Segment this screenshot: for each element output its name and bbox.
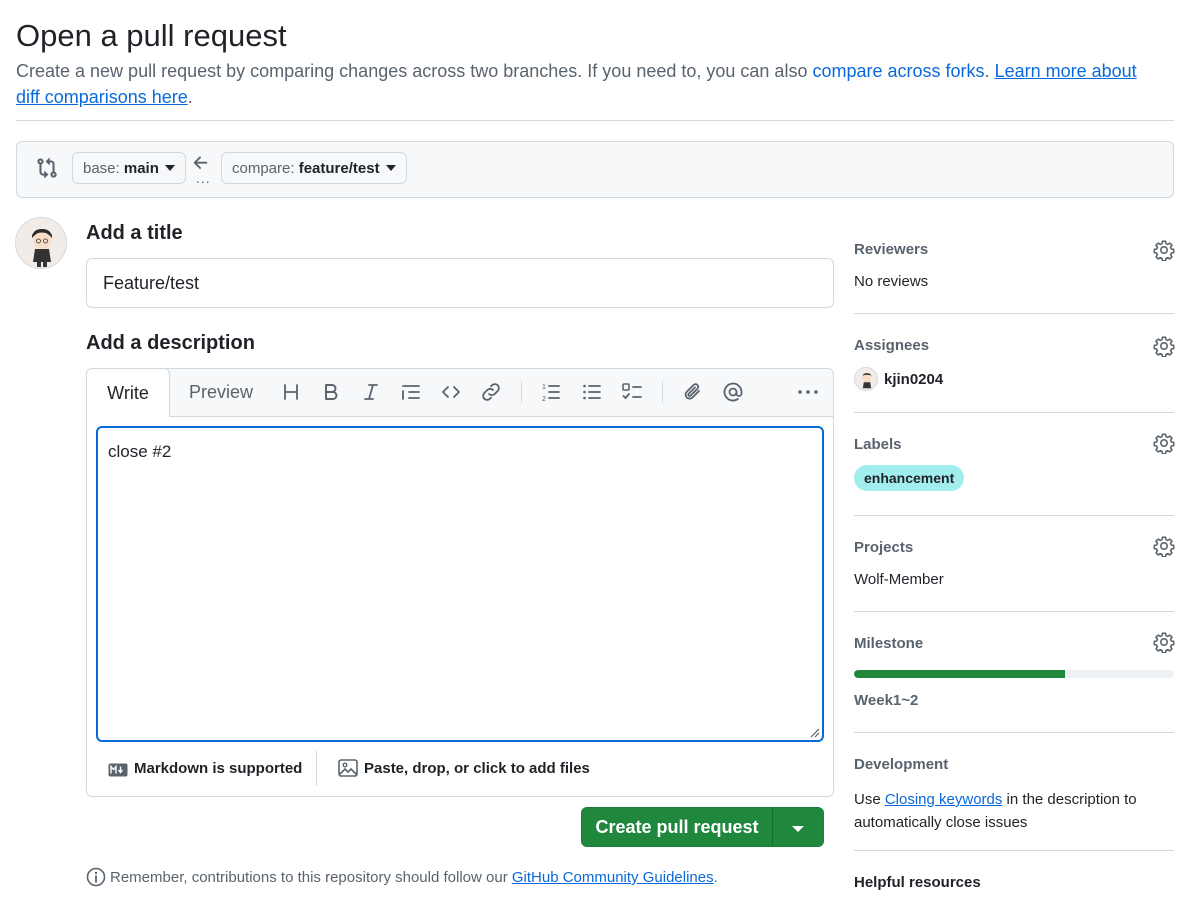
resize-handle-icon[interactable] bbox=[808, 726, 820, 738]
subtitle-period: . bbox=[984, 61, 990, 81]
code-icon[interactable] bbox=[439, 380, 463, 404]
gear-icon[interactable] bbox=[1153, 432, 1175, 454]
toolbar-divider bbox=[662, 381, 663, 403]
project-name[interactable]: Wolf-Member bbox=[854, 571, 944, 588]
description-textarea[interactable]: close #2 bbox=[96, 426, 824, 742]
projects-heading[interactable]: Projects bbox=[854, 539, 913, 556]
base-branch-select[interactable]: base: main bbox=[72, 152, 186, 184]
compare-prefix: compare: bbox=[232, 160, 299, 177]
attach-files[interactable]: Paste, drop, or click to add files bbox=[338, 757, 590, 781]
compare-forks-link[interactable]: compare across forks bbox=[812, 61, 984, 81]
chevron-down-icon bbox=[792, 826, 804, 832]
milestone-progress-fill bbox=[854, 670, 1066, 678]
quote-icon[interactable] bbox=[399, 380, 423, 404]
subtitle-end: . bbox=[187, 87, 193, 107]
ordered-list-icon[interactable]: 1 2 bbox=[539, 380, 563, 404]
milestone-heading[interactable]: Milestone bbox=[854, 635, 923, 652]
avatar[interactable] bbox=[15, 217, 67, 269]
community-guidelines-link[interactable]: GitHub Community Guidelines bbox=[512, 869, 714, 886]
milestone-name[interactable]: Week1~2 bbox=[854, 692, 918, 709]
chevron-down-icon bbox=[385, 165, 396, 171]
subtitle-text: Create a new pull request by comparing c… bbox=[16, 61, 813, 81]
gear-icon[interactable] bbox=[1153, 631, 1175, 653]
git-compare-icon bbox=[37, 157, 57, 179]
svg-text:2: 2 bbox=[542, 396, 546, 403]
gear-icon[interactable] bbox=[1153, 239, 1175, 261]
footer-divider bbox=[316, 751, 317, 786]
tab-preview[interactable]: Preview bbox=[176, 369, 266, 415]
heading-icon[interactable] bbox=[279, 380, 303, 404]
gear-icon[interactable] bbox=[1153, 335, 1175, 357]
page-title: Open a pull request bbox=[16, 18, 287, 53]
markdown-note: Markdown is supported bbox=[134, 760, 303, 777]
add-title-label: Add a title bbox=[86, 222, 183, 244]
reviewers-heading[interactable]: Reviewers bbox=[854, 241, 928, 258]
sidebar-divider bbox=[854, 732, 1174, 733]
compare-bar bbox=[16, 141, 1174, 198]
development-text: Use Closing keywords in the description … bbox=[854, 788, 1154, 834]
development-heading: Development bbox=[854, 756, 949, 773]
remember-text: Remember, contributions to this reposito… bbox=[110, 869, 512, 886]
compare-branch-name: feature/test bbox=[298, 160, 380, 177]
assignee-name[interactable]: kjin0204 bbox=[884, 371, 943, 388]
info-icon bbox=[86, 867, 106, 887]
add-description-label: Add a description bbox=[86, 332, 255, 354]
create-pull-request-button[interactable]: Create pull request bbox=[581, 807, 773, 847]
assignees-heading[interactable]: Assignees bbox=[854, 337, 929, 354]
mention-icon[interactable] bbox=[721, 380, 745, 404]
assignee-avatar[interactable] bbox=[854, 367, 878, 391]
header-divider bbox=[16, 120, 1174, 121]
markdown-icon bbox=[108, 763, 128, 777]
compare-dots: ... bbox=[196, 170, 211, 186]
gear-icon[interactable] bbox=[1153, 535, 1175, 557]
image-icon bbox=[338, 759, 358, 777]
page-subtitle: Create a new pull request by comparing c… bbox=[16, 58, 1146, 110]
sidebar-divider bbox=[854, 515, 1174, 516]
helpful-resources-heading: Helpful resources bbox=[854, 874, 981, 891]
create-button-divider bbox=[772, 808, 773, 846]
toolbar-divider bbox=[521, 381, 522, 403]
sidebar-divider bbox=[854, 850, 1174, 851]
unordered-list-icon[interactable] bbox=[580, 380, 604, 404]
paperclip-icon[interactable] bbox=[681, 380, 705, 404]
tab-write[interactable]: Write bbox=[86, 368, 170, 417]
kebab-icon[interactable] bbox=[796, 380, 820, 404]
remember-end: . bbox=[713, 869, 718, 886]
italic-icon[interactable] bbox=[359, 380, 383, 404]
development-text-before: Use bbox=[854, 791, 885, 808]
label-enhancement[interactable]: enhancement bbox=[854, 465, 965, 491]
base-prefix: base: bbox=[83, 160, 124, 177]
markdown-supported[interactable]: Markdown is supported bbox=[108, 757, 302, 781]
bold-icon[interactable] bbox=[319, 380, 343, 404]
reviewers-value: No reviews bbox=[854, 273, 929, 290]
base-branch-name: main bbox=[123, 160, 159, 177]
title-input[interactable] bbox=[86, 258, 834, 308]
chevron-down-icon bbox=[164, 165, 175, 171]
sidebar-divider bbox=[854, 412, 1174, 413]
svg-text:1: 1 bbox=[542, 384, 546, 391]
milestone-progress-bar bbox=[854, 670, 1174, 678]
avatar-character-icon bbox=[855, 368, 877, 390]
link-icon[interactable] bbox=[479, 380, 503, 404]
closing-keywords-link[interactable]: Closing keywords bbox=[885, 791, 1003, 808]
task-list-icon[interactable] bbox=[620, 380, 644, 404]
contribution-note: Remember, contributions to this reposito… bbox=[86, 866, 718, 890]
attach-note: Paste, drop, or click to add files bbox=[364, 760, 590, 777]
labels-heading[interactable]: Labels bbox=[854, 436, 902, 453]
avatar-character-icon bbox=[16, 218, 66, 268]
compare-branch-select[interactable]: compare: feature/test bbox=[221, 152, 407, 184]
sidebar-divider bbox=[854, 611, 1174, 612]
sidebar-divider bbox=[854, 313, 1174, 314]
